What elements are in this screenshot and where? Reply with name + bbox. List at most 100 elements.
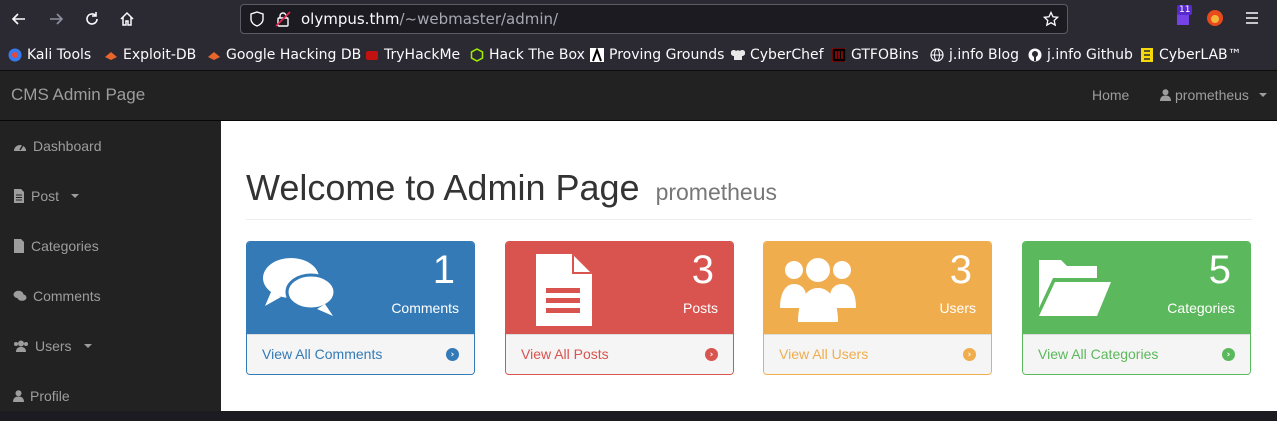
panel-label: Users	[939, 300, 976, 316]
url-path: /~webmaster/admin/	[399, 10, 559, 28]
navbar-brand[interactable]: CMS Admin Page	[11, 85, 145, 105]
panel-label: Comments	[391, 300, 459, 316]
github-icon	[1028, 48, 1042, 62]
nav-user-dropdown[interactable]: prometheus	[1160, 87, 1267, 103]
arrow-right-icon	[50, 13, 64, 25]
comments-icon	[13, 290, 27, 301]
view-all-users-link[interactable]: View All Users ›	[764, 334, 991, 374]
panel-label: Posts	[682, 300, 718, 316]
page-title: Welcome to Admin Page prometheus	[246, 167, 777, 209]
extension-icon[interactable]: 11	[1172, 5, 1194, 28]
view-all-comments-link[interactable]: View All Comments ›	[247, 334, 474, 374]
posts-panel: 3 Posts View All Posts ›	[505, 241, 734, 375]
reload-button[interactable]	[79, 6, 105, 32]
nav-home-link[interactable]: Home	[1092, 87, 1129, 103]
dashboard-icon	[14, 144, 26, 151]
sidebar-item-post[interactable]: Post	[0, 171, 221, 221]
url-host: olympus.thm	[301, 10, 400, 28]
caret-down-icon	[71, 194, 80, 198]
tryhackme-icon	[365, 48, 379, 62]
caret-down-icon	[1258, 93, 1267, 97]
bookmark-label: Kali Tools	[27, 47, 92, 63]
sidebar-item-label: Comments	[33, 288, 101, 304]
foxyproxy-icon[interactable]	[1206, 9, 1224, 27]
bookmark-google-hacking-db[interactable]: Google Hacking DB	[207, 45, 361, 65]
cyberlab-icon	[1140, 48, 1154, 62]
arrow-circle-right-icon: ›	[1222, 348, 1235, 361]
bookmark-label: j.info Github	[1047, 47, 1133, 63]
sidebar-item-label: Dashboard	[33, 138, 102, 154]
cyberchef-icon	[731, 48, 745, 62]
url-bar[interactable]: olympus.thm/~webmaster/admin/	[240, 4, 1068, 34]
bookmark-exploit-db[interactable]: Exploit-DB	[104, 45, 196, 65]
file-text-icon	[534, 254, 594, 330]
back-button[interactable]	[6, 6, 32, 32]
arrow-circle-right-icon: ›	[446, 348, 459, 361]
divider	[246, 219, 1252, 220]
bookmark-label: CyberChef	[750, 47, 824, 63]
bookmark-cyberlab[interactable]: CyberLAB™	[1140, 45, 1242, 65]
view-all-posts-link[interactable]: View All Posts ›	[506, 334, 733, 374]
bookmark-jinfo-blog[interactable]: j.info Blog	[930, 45, 1019, 65]
bookmark-proving-grounds[interactable]: Proving Grounds	[590, 45, 724, 65]
bookmark-label: Hack The Box	[489, 47, 585, 63]
panel-footer-text: View All Posts	[521, 346, 609, 362]
home-button[interactable]	[114, 6, 140, 32]
forward-button[interactable]	[43, 6, 69, 32]
bookmark-star-icon[interactable]	[1043, 11, 1059, 27]
bookmark-kali-tools[interactable]: Kali Tools	[8, 45, 91, 65]
kali-icon	[8, 48, 22, 62]
sidebar-item-categories[interactable]: Categories	[0, 221, 221, 271]
menu-icon[interactable]	[1244, 11, 1260, 25]
shield-icon[interactable]	[249, 11, 265, 27]
sidebar-item-comments[interactable]: Comments	[0, 271, 221, 321]
comments-panel: 1 Comments View All Comments ›	[246, 241, 475, 375]
sidebar-item-dashboard[interactable]: Dashboard	[0, 121, 221, 171]
panel-count: 3	[949, 248, 972, 292]
exploit-db-icon	[104, 48, 118, 62]
bookmark-tryhackme[interactable]: TryHackMe	[365, 45, 460, 65]
insecure-lock-icon[interactable]	[275, 11, 291, 27]
proving-grounds-icon	[590, 48, 604, 62]
bookmark-label: CyberLAB™	[1159, 47, 1242, 63]
panel-heading: 3 Posts	[506, 242, 733, 334]
bookmark-jinfo-github[interactable]: j.info Github	[1028, 45, 1133, 65]
folder-open-icon	[1037, 256, 1113, 322]
bookmark-label: TryHackMe	[384, 47, 461, 63]
file-icon	[14, 189, 24, 203]
sidebar-item-label: Categories	[31, 238, 99, 254]
reload-icon	[86, 12, 98, 25]
web-page: CMS Admin Page Home prometheus Dashboard…	[0, 71, 1277, 411]
panel-footer-text: View All Categories	[1038, 346, 1159, 362]
users-icon	[780, 252, 856, 328]
globe-icon	[930, 48, 944, 62]
url-text[interactable]: olympus.thm/~webmaster/admin/	[301, 10, 558, 28]
file-icon	[14, 239, 24, 253]
view-all-categories-link[interactable]: View All Categories ›	[1023, 334, 1250, 374]
panel-heading: 1 Comments	[247, 242, 474, 334]
sidebar-item-label: Post	[31, 188, 60, 204]
bookmark-hack-the-box[interactable]: Hack The Box	[470, 45, 585, 65]
panel-footer-text: View All Users	[779, 346, 869, 362]
comments-icon	[261, 254, 339, 324]
sidebar-item-users[interactable]: Users	[0, 321, 221, 371]
panel-label: Categories	[1167, 300, 1235, 316]
bookmark-cyberchef[interactable]: CyberChef	[731, 45, 824, 65]
browser-toolbar: olympus.thm/~webmaster/admin/ 11	[0, 0, 1277, 38]
gtfobins-icon	[832, 48, 846, 62]
sidebar: Dashboard Post Categories Comments Users…	[0, 121, 221, 411]
main-content: Welcome to Admin Page prometheus 1 Comme…	[221, 121, 1277, 404]
ghdb-icon	[207, 48, 221, 62]
htb-icon	[470, 48, 484, 62]
panel-heading: 3 Users	[764, 242, 991, 334]
sidebar-item-profile[interactable]: Profile	[0, 371, 221, 421]
bookmark-gtfobins[interactable]: GTFOBins	[832, 45, 919, 65]
panel-footer-text: View All Comments	[262, 346, 383, 362]
bookmark-label: Exploit-DB	[123, 47, 197, 63]
users-panel: 3 Users View All Users ›	[763, 241, 992, 375]
page-subtitle: prometheus	[655, 179, 778, 205]
arrow-circle-right-icon: ›	[705, 348, 718, 361]
arrow-circle-right-icon: ›	[963, 348, 976, 361]
bookmark-label: j.info Blog	[949, 47, 1019, 63]
page-title-text: Welcome to Admin Page	[246, 167, 640, 208]
